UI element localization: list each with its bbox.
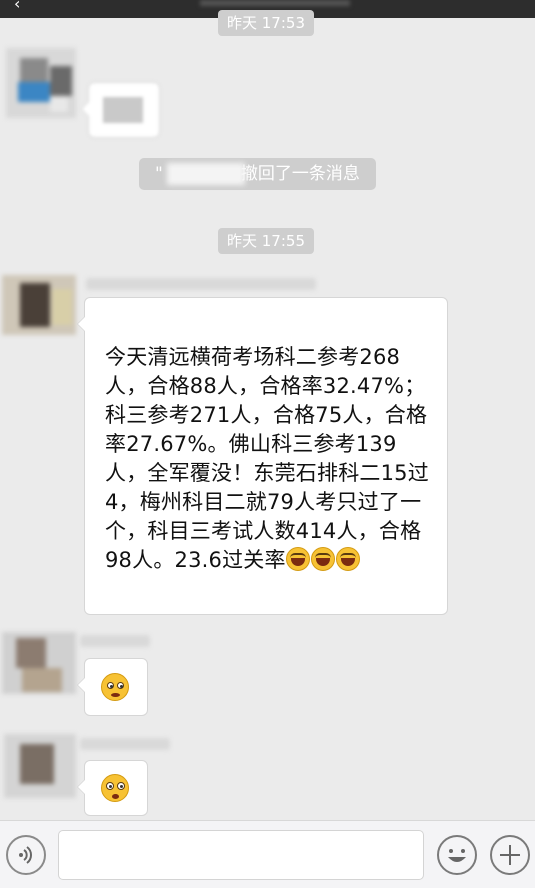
- add-button[interactable]: [490, 835, 530, 875]
- message-text: 今天清远横荷考场科二参考268人，合格88人，合格率32.47%；科三参考271…: [105, 343, 435, 575]
- timestamp: 昨天 17:53: [218, 10, 314, 36]
- voice-button[interactable]: [6, 835, 46, 875]
- sticker-bubble[interactable]: [77, 658, 148, 716]
- back-icon[interactable]: ‹: [14, 0, 20, 13]
- avatar[interactable]: [4, 734, 76, 798]
- timestamp: 昨天 17:55: [218, 228, 314, 254]
- avatar[interactable]: [2, 632, 76, 694]
- recall-notice-prefix: ": [155, 164, 163, 184]
- redacted-name: [166, 163, 245, 185]
- laugh-cry-icon: [335, 547, 360, 571]
- sender-name-redacted: [80, 738, 170, 750]
- sender-name-redacted: [80, 635, 150, 647]
- flushed-face-icon: [101, 774, 129, 802]
- laugh-cry-icon: [310, 547, 335, 571]
- avatar[interactable]: [6, 48, 76, 118]
- laugh-cry-icon: [285, 547, 310, 571]
- recall-notice-text: 撤回了一条消息: [240, 164, 360, 184]
- avatar[interactable]: [2, 275, 76, 335]
- plus-icon: [500, 845, 520, 865]
- sender-name-redacted: [86, 278, 316, 290]
- message-body: 今天清远横荷考场科二参考268人，合格88人，合格率32.47%；科三参考271…: [105, 345, 429, 572]
- message-bubble[interactable]: 今天清远横荷考场科二参考268人，合格88人，合格率32.47%；科三参考271…: [77, 297, 448, 615]
- voice-icon: [19, 846, 32, 864]
- recall-notice: " 撤回了一条消息: [139, 158, 376, 190]
- emoji-button[interactable]: [437, 835, 477, 875]
- input-bar: [0, 820, 535, 888]
- thinking-face-icon: [101, 673, 129, 701]
- sticker-bubble[interactable]: [77, 760, 148, 816]
- redacted-title: [200, 0, 350, 6]
- message-bubble[interactable]: [81, 82, 160, 138]
- message-input[interactable]: [58, 830, 424, 880]
- smiley-icon: [448, 849, 466, 862]
